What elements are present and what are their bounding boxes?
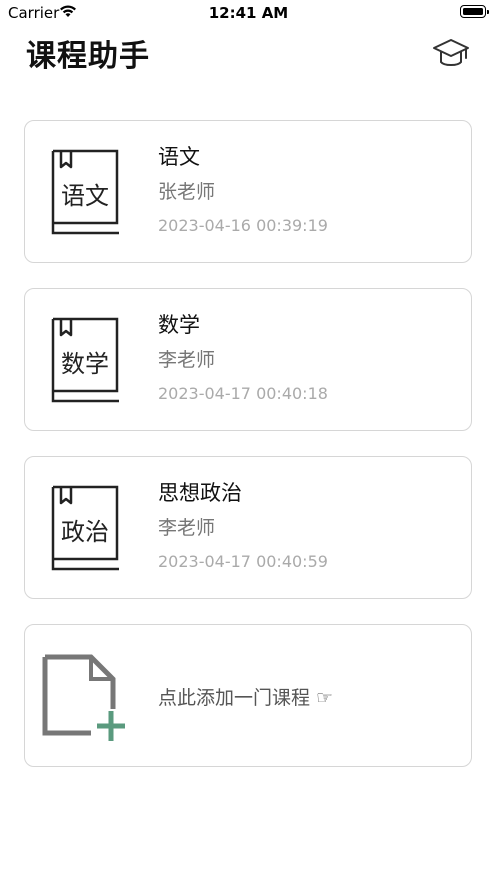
course-card[interactable]: 语文 语文 张老师 2023-04-16 00:39:19 — [24, 120, 472, 263]
graduation-cap-icon[interactable] — [432, 36, 470, 70]
add-document-icon — [42, 654, 125, 741]
course-timestamp: 2023-04-17 00:40:18 — [158, 384, 328, 403]
course-timestamp: 2023-04-16 00:39:19 — [158, 216, 328, 235]
course-teacher: 李老师 — [158, 517, 216, 539]
status-time: 12:41 AM — [208, 4, 289, 22]
add-course-button[interactable]: 点此添加一门课程 ☞ — [24, 624, 472, 767]
add-course-label: 点此添加一门课程 ☞ — [158, 687, 334, 709]
book-cover-label: 语文 — [61, 182, 109, 210]
course-name: 数学 — [158, 313, 200, 337]
course-teacher: 李老师 — [158, 349, 216, 371]
battery-icon — [460, 5, 489, 18]
course-card[interactable]: 数学 数学 李老师 2023-04-17 00:40:18 — [24, 288, 472, 431]
page-title: 课程助手 — [26, 39, 150, 74]
book-cover-label: 数学 — [61, 350, 109, 378]
status-bar: Carrier 12:41 AM — [0, 0, 497, 26]
course-name: 思想政治 — [158, 481, 242, 505]
course-timestamp: 2023-04-17 00:40:59 — [158, 552, 328, 571]
course-name: 语文 — [158, 145, 200, 169]
book-cover-label: 政治 — [61, 518, 109, 546]
course-teacher: 张老师 — [158, 181, 216, 203]
course-card[interactable]: 政治 思想政治 李老师 2023-04-17 00:40:59 — [24, 456, 472, 599]
